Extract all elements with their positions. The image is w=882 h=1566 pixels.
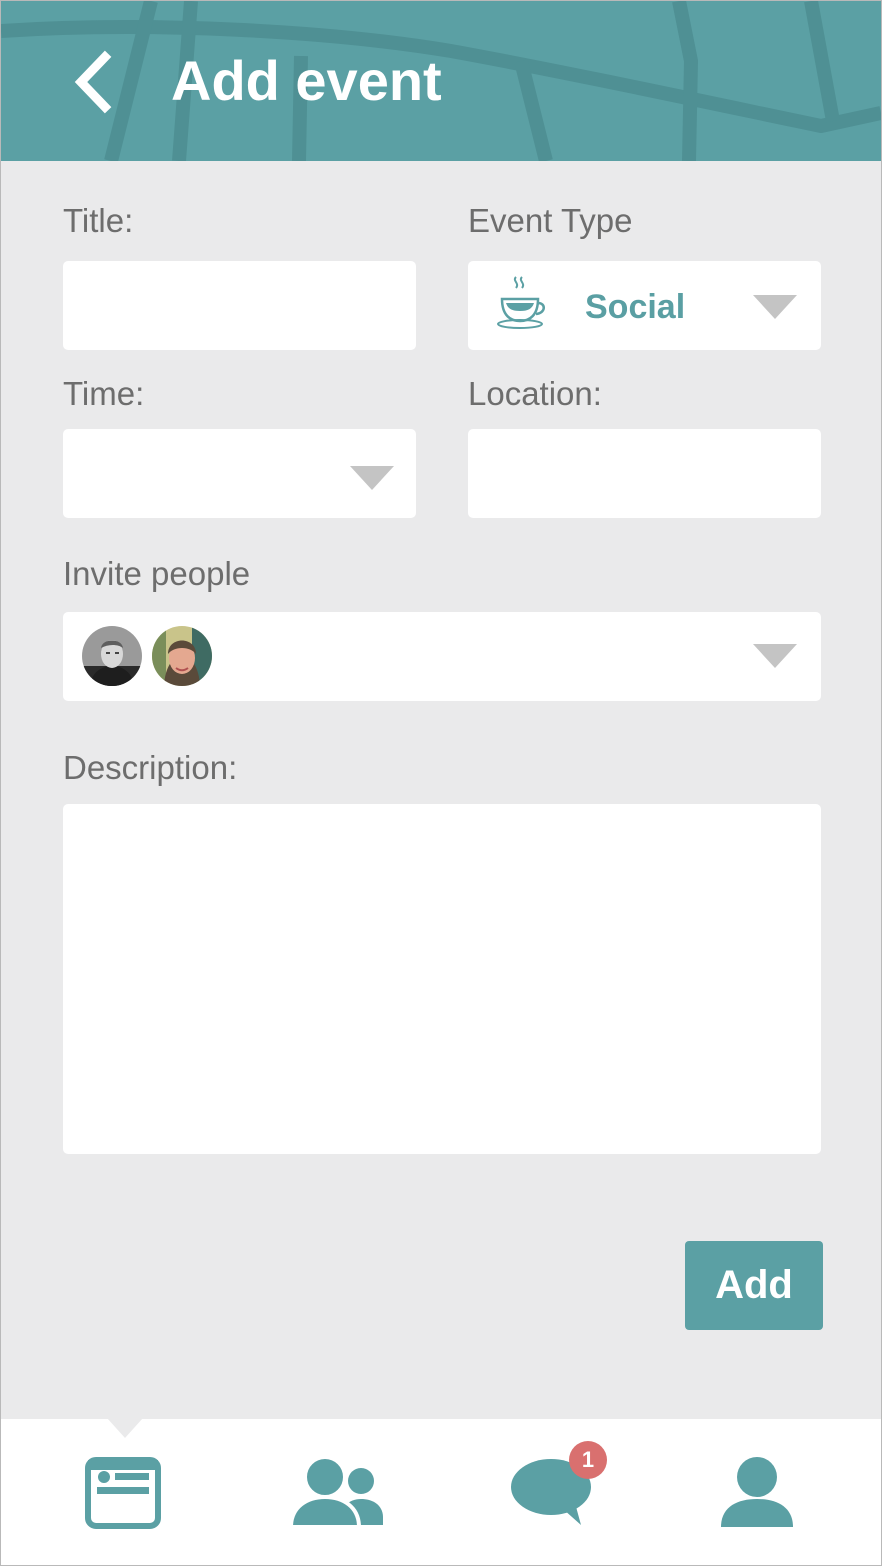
event-type-value: Social bbox=[585, 288, 686, 326]
header-bar: Add event bbox=[1, 1, 881, 161]
event-type-select[interactable]: Social bbox=[468, 261, 821, 350]
avatar-person-2 bbox=[152, 626, 212, 686]
description-textarea[interactable] bbox=[63, 804, 821, 1154]
avatar bbox=[82, 626, 142, 686]
nav-profile[interactable] bbox=[719, 1455, 795, 1529]
time-label: Time: bbox=[63, 375, 145, 412]
page-title: Add event bbox=[171, 49, 442, 112]
events-card-icon bbox=[85, 1457, 161, 1529]
time-select[interactable] bbox=[63, 429, 416, 518]
avatar-person-1 bbox=[82, 626, 142, 686]
coffee-cup-icon bbox=[497, 276, 545, 329]
chevron-down-icon bbox=[753, 295, 797, 319]
invite-people-select[interactable] bbox=[63, 612, 821, 701]
nav-people[interactable] bbox=[288, 1455, 385, 1529]
avatar bbox=[152, 626, 212, 686]
chevron-down-icon bbox=[753, 644, 797, 668]
people-icon bbox=[288, 1455, 383, 1529]
title-input[interactable] bbox=[63, 261, 416, 350]
back-button[interactable] bbox=[63, 47, 123, 117]
location-label: Location: bbox=[468, 375, 602, 412]
event-type-label: Event Type bbox=[468, 202, 633, 239]
chevron-left-icon bbox=[74, 50, 112, 114]
title-label: Title: bbox=[63, 202, 134, 239]
profile-icon bbox=[721, 1457, 793, 1527]
chevron-down-icon bbox=[350, 466, 394, 490]
location-input[interactable] bbox=[468, 429, 821, 518]
app-frame: Add event Title: Event Type Social Time:… bbox=[0, 0, 882, 1566]
active-tab-indicator bbox=[107, 1418, 143, 1438]
add-button[interactable]: Add bbox=[685, 1241, 823, 1330]
bottom-nav: 1 bbox=[1, 1418, 881, 1565]
nav-events[interactable] bbox=[85, 1457, 161, 1529]
invite-people-label: Invite people bbox=[63, 555, 251, 592]
description-label: Description: bbox=[63, 749, 238, 786]
unread-badge: 1 bbox=[569, 1441, 607, 1479]
